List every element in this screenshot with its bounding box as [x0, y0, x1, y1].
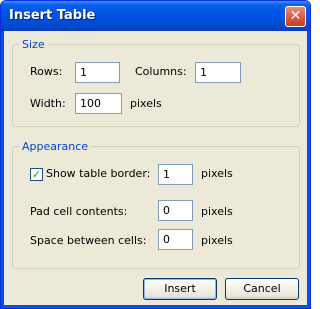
title-bar[interactable]: Insert Table ✕ [1, 1, 310, 31]
width-unit-label: pixels [130, 97, 162, 110]
insert-button[interactable]: Insert [143, 278, 217, 300]
pad-cell-input[interactable] [158, 200, 193, 221]
border-input[interactable] [158, 164, 193, 185]
width-input[interactable] [75, 93, 122, 114]
close-button[interactable]: ✕ [285, 6, 306, 27]
columns-label: Columns: [135, 65, 187, 78]
show-border-checkbox[interactable]: ✓ [30, 168, 43, 181]
appearance-group-legend: Appearance [19, 140, 92, 153]
size-group-legend: Size [19, 38, 48, 51]
size-group [12, 44, 300, 127]
pad-cell-label: Pad cell contents: [30, 205, 128, 218]
show-border-label[interactable]: Show table border: [46, 167, 150, 180]
columns-input[interactable] [195, 62, 241, 83]
border-unit-label: pixels [201, 167, 233, 180]
window-title: Insert Table [9, 8, 96, 23]
checkmark-icon: ✓ [31, 168, 42, 181]
cancel-button[interactable]: Cancel [225, 278, 299, 300]
pad-cell-unit-label: pixels [201, 205, 233, 218]
insert-table-dialog: Insert Table ✕ Size Rows: Columns: Width… [0, 0, 311, 309]
window-frame-left [1, 31, 4, 308]
window-frame-right [307, 31, 310, 308]
rows-input[interactable] [75, 62, 120, 83]
window-frame-bottom [1, 305, 310, 308]
width-label: Width: [30, 97, 66, 110]
close-icon: ✕ [289, 8, 302, 24]
cell-spacing-unit-label: pixels [201, 234, 233, 247]
rows-label: Rows: [30, 65, 63, 78]
cell-spacing-label: Space between cells: [30, 234, 147, 247]
cell-spacing-input[interactable] [158, 229, 193, 250]
